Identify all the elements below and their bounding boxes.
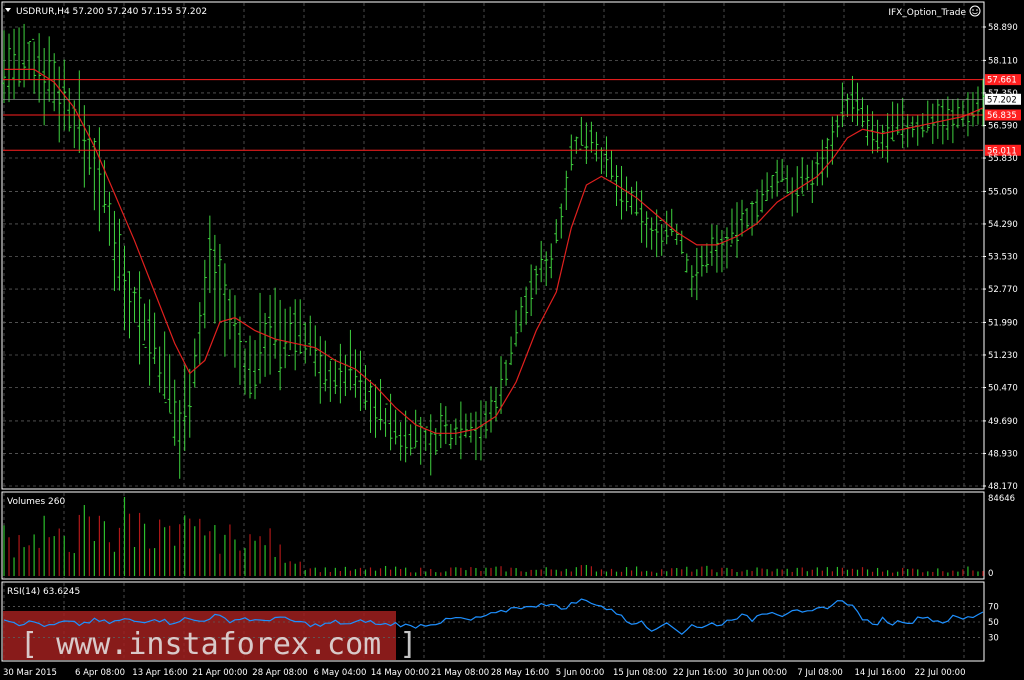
y-tick-label: 58.110 [988,56,1018,66]
volumes-max-label: 84646 [988,494,1015,504]
x-tick-label: 28 May 16:00 [491,668,549,678]
x-tick-label: 6 Apr 08:00 [75,668,125,678]
x-tick-label: 5 Jun 00:00 [556,668,605,678]
x-tick-label: 13 Apr 16:00 [132,668,187,678]
x-tick-label: 14 Jul 16:00 [855,668,906,678]
volumes-title: Volumes 260 [7,497,65,507]
y-tick-label: 48.170 [988,482,1018,492]
x-tick-label: 7 Jul 08:00 [797,668,843,678]
rsi-level-label: 50 [988,618,999,628]
price-axis: 58.890 58.110 57.350 56.590 55.830 55.050 54.2… [983,23,1018,492]
y-tick-label: 57.350 [988,89,1018,99]
y-tick-label: 55.050 [988,187,1018,197]
rsi-title: RSI(14) 63.6245 [7,587,80,597]
time-axis: 30 Mar 2015 6 Apr 08:00 13 Apr 16:00 21 Apr… [3,668,965,678]
rsi-level-label: 30 [988,634,999,644]
x-tick-label: 30 Mar 2015 [3,668,57,678]
x-tick-label: 30 Jun 00:00 [733,668,787,678]
level-label: 56.835 [987,111,1017,121]
y-tick-label: 54.290 [988,220,1018,230]
expert-name: IFX_Option_Trade [888,8,966,18]
x-tick-label: 6 May 04:00 [314,668,367,678]
y-tick-label: 49.690 [988,417,1018,427]
y-tick-label: 52.770 [988,285,1018,295]
x-tick-label: 22 Jun 16:00 [673,668,727,678]
y-tick-label: 50.470 [988,384,1018,394]
x-tick-label: 21 May 08:00 [431,668,489,678]
x-tick-label: 28 Apr 08:00 [252,668,307,678]
trading-chart[interactable]: 57.66156.83556.01157.202 705030 58.89058… [0,0,1024,680]
volumes-min-label: 0 [988,569,993,579]
x-tick-label: 22 Jul 00:00 [915,668,966,678]
watermark-text: [ www.instaforex.com ] [20,627,417,662]
y-tick-label: 55.830 [988,154,1018,164]
x-tick-label: 14 May 00:00 [371,668,429,678]
symbol-info: USDRUR,H4 57.200 57.240 57.155 57.202 [16,7,207,17]
main-panel-frame [1,1,985,490]
x-tick-label: 15 Jun 08:00 [613,668,667,678]
level-label: 57.661 [987,76,1017,86]
y-tick-label: 58.890 [988,23,1018,33]
rsi-level-label: 70 [988,602,999,612]
y-tick-label: 53.530 [988,253,1018,263]
y-tick-label: 51.990 [988,318,1018,328]
y-tick-label: 56.590 [988,121,1018,131]
y-tick-label: 51.230 [988,351,1018,361]
x-tick-label: 21 Apr 00:00 [192,668,247,678]
y-tick-label: 48.930 [988,449,1018,459]
